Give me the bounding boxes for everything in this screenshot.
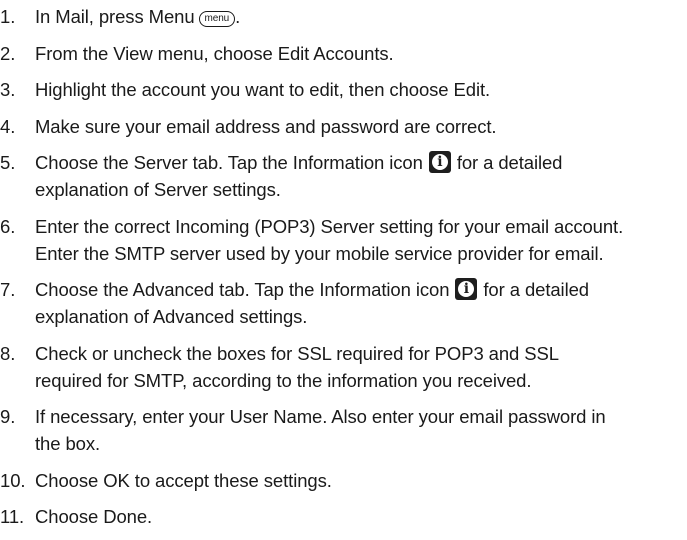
step-number: 1. xyxy=(0,6,16,27)
information-icon xyxy=(428,151,451,173)
step-text: Choose Done. xyxy=(35,506,153,527)
step-text: Choose the Advanced tab. Tap the Informa… xyxy=(35,276,687,330)
step-text: In Mail, press Menu menu. xyxy=(35,3,687,30)
step-text-part: Check or uncheck the boxes for SSL requi… xyxy=(35,342,559,364)
step-number: 8. xyxy=(0,342,16,364)
step-7: 7. Choose the Advanced tab. Tap the Info… xyxy=(0,276,687,330)
step-text-part: Enter the SMTP server used by your mobil… xyxy=(35,242,604,264)
step-text-part: explanation of Advanced settings. xyxy=(35,306,308,327)
information-icon xyxy=(455,278,478,300)
step-6: 6. Enter the correct Incoming (POP3) Ser… xyxy=(0,213,687,267)
step-text: From the View menu, choose Edit Accounts… xyxy=(35,42,394,64)
step-text: Make sure your email address and passwor… xyxy=(35,115,497,137)
step-number: 10. xyxy=(0,469,26,491)
step-number: 9. xyxy=(0,406,16,427)
step-text-part: for a detailed xyxy=(456,152,563,173)
step-text-part: If necessary, enter your User Name. Also… xyxy=(35,406,606,427)
step-text: Enter the correct Incoming (POP3) Server… xyxy=(35,213,687,267)
step-number: 7. xyxy=(0,279,16,300)
step-text-part: for a detailed xyxy=(483,279,589,300)
instruction-steps: 1. In Mail, press Menu menu. 2. From the … xyxy=(0,0,687,540)
step-9: 9. If necessary, enter your User Name. A… xyxy=(0,403,687,457)
step-number: 3. xyxy=(0,79,16,100)
step-number: 11. xyxy=(0,506,25,527)
step-text-part: the box. xyxy=(35,433,101,454)
step-text-part: explanation of Server settings. xyxy=(35,179,281,200)
step-text: Check or uncheck the boxes for SSL requi… xyxy=(35,340,687,394)
step-10: 10. Choose OK to accept these settings. xyxy=(0,467,687,494)
step-text: Highlight the account you want to edit, … xyxy=(35,79,491,100)
step-text: Choose OK to accept these settings. xyxy=(35,469,332,491)
step-4: 4. Make sure your email address and pass… xyxy=(0,113,687,140)
step-1: 1. In Mail, press Menu menu. xyxy=(0,3,687,30)
step-2: 2. From the View menu, choose Edit Accou… xyxy=(0,40,687,67)
step-number: 2. xyxy=(0,42,16,64)
step-text-part: In Mail, press Menu xyxy=(35,6,195,27)
step-text-part: Enter the correct Incoming (POP3) Server… xyxy=(35,215,624,237)
step-text-part: required for SMTP, according to the info… xyxy=(35,369,532,391)
menu-key-icon: menu xyxy=(198,11,236,27)
step-text-part: Choose the Server tab. Tap the Informati… xyxy=(35,152,423,173)
step-3: 3. Highlight the account you want to edi… xyxy=(0,76,687,103)
step-text: If necessary, enter your User Name. Also… xyxy=(35,403,687,457)
step-11: 11. Choose Done. xyxy=(0,503,687,530)
step-number: 5. xyxy=(0,152,16,173)
step-text: Choose the Server tab. Tap the Informati… xyxy=(35,149,687,203)
step-number: 6. xyxy=(0,215,16,237)
step-number: 4. xyxy=(0,115,16,137)
step-5: 5. Choose the Server tab. Tap the Inform… xyxy=(0,149,687,203)
step-text-part: Choose the Advanced tab. Tap the Informa… xyxy=(35,279,450,300)
step-text-part: . xyxy=(235,6,241,27)
step-8: 8. Check or uncheck the boxes for SSL re… xyxy=(0,340,687,394)
